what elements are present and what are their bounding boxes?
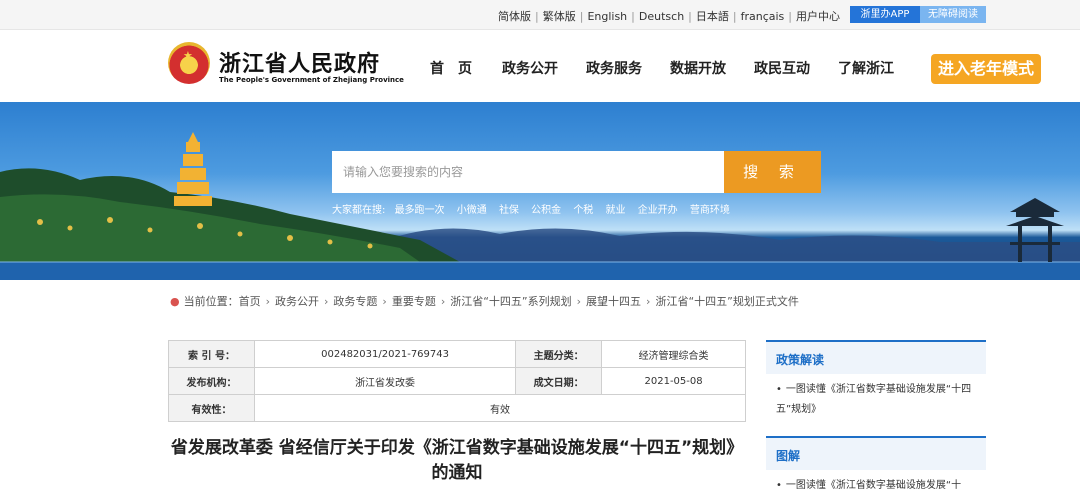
index-label: 索 引 号： (168, 340, 255, 368)
nav-home[interactable]: 首页 (430, 58, 486, 78)
elder-mode-button[interactable]: 进入老年模式 (931, 54, 1041, 84)
hot-search-item[interactable]: 最多跑一次 (395, 205, 445, 216)
date-label: 成文日期： (515, 367, 603, 395)
barrier-free-button[interactable]: 无障碍阅读 (920, 6, 986, 23)
graphic-text: 一图读懂《浙江省数字基础设施发展“十 (785, 480, 962, 491)
hot-search-item[interactable]: 企业开办 (638, 205, 678, 216)
org-value: 浙江省发改委 (253, 367, 517, 395)
breadcrumb-item[interactable]: 重要专题 (392, 295, 436, 308)
date-value: 2021-05-08 (601, 367, 746, 395)
breadcrumb-item[interactable]: 首页 (239, 295, 261, 308)
top-bar: 简体版 | 繁体版 | English | Deutsch | 日本語 | français | 用户中… (0, 0, 1080, 30)
validity-label: 有效性： (168, 394, 255, 422)
hot-search-item[interactable]: 就业 (606, 205, 626, 216)
site-title[interactable]: 浙江省人民政府 (219, 46, 380, 78)
search-input[interactable]: 请输入您要搜索的内容 (332, 151, 724, 193)
nav-open-data[interactable]: 数据开放 (670, 58, 726, 78)
search-button[interactable]: 搜 索 (724, 151, 821, 193)
bullet-icon: • (776, 480, 782, 491)
language-links: 简体版 | 繁体版 | English | Deutsch | 日本語 | français | 用户中… (498, 10, 841, 23)
location-pin-icon: ● (170, 295, 180, 308)
hot-search-item[interactable]: 小微通 (457, 205, 487, 216)
hot-searches: 大家都在搜: 最多跑一次 小微通 社保 公积金 个税 就业 企业开办 营商环境 (332, 201, 739, 216)
policy-interpretation-link[interactable]: • 一图读懂《浙江省数字基础设施发展“十四五”规划》 (776, 380, 976, 420)
hot-search-item[interactable]: 营商环境 (690, 205, 730, 216)
bullet-icon: • (776, 384, 782, 395)
org-label: 发布机构： (168, 367, 255, 395)
nav-government-services[interactable]: 政务服务 (586, 58, 642, 78)
user-center-link[interactable]: 用户中心 (796, 10, 840, 23)
breadcrumb-item[interactable]: 展望十四五 (586, 295, 641, 308)
lang-simplified[interactable]: 简体版 (498, 10, 531, 23)
lang-traditional[interactable]: 繁体版 (543, 10, 576, 23)
breadcrumb-label: 当前位置： (183, 295, 239, 308)
policy-interpretation-header: 政策解读 (766, 340, 986, 374)
breadcrumb-item[interactable]: 浙江省“十四五”规划正式文件 (655, 295, 798, 308)
national-emblem-logo[interactable]: ★ (168, 42, 210, 84)
main-nav: 首页 政务公开 政务服务 数据开放 政民互动 了解浙江 (430, 58, 922, 78)
topic-label: 主题分类： (515, 340, 603, 368)
lang-deutsch[interactable]: Deutsch (639, 10, 684, 23)
hot-search-item[interactable]: 公积金 (531, 205, 561, 216)
app-button[interactable]: 浙里办APP (850, 6, 920, 23)
breadcrumb-item[interactable]: 政务专题 (333, 295, 377, 308)
hot-search-label: 大家都在搜: (332, 205, 386, 216)
hot-search-item[interactable]: 社保 (499, 205, 519, 216)
site-subtitle: The People's Government of Zhejiang Prov… (219, 76, 404, 84)
article-title: 省发展改革委 省经信厅关于印发《浙江省数字基础设施发展“十四五”规划》的通知 (170, 438, 744, 483)
breadcrumb-item[interactable]: 政务公开 (275, 295, 319, 308)
validity-value: 有效 (254, 394, 746, 422)
graphic-title: 图解 (776, 449, 801, 463)
graphic-link[interactable]: • 一图读懂《浙江省数字基础设施发展“十 (776, 476, 976, 496)
nav-government-affairs[interactable]: 政务公开 (502, 58, 558, 78)
index-value: 002482031/2021-769743 (253, 340, 517, 368)
lang-japanese[interactable]: 日本語 (696, 10, 729, 23)
breadcrumb-item[interactable]: 浙江省“十四五”系列规划 (450, 295, 571, 308)
graphic-header: 图解 (766, 436, 986, 470)
document-info-table: 索 引 号： 002482031/2021-769743 主题分类： 经济管理综… (168, 340, 746, 422)
nav-interaction[interactable]: 政民互动 (754, 58, 810, 78)
breadcrumb: ● 当前位置：首页 › 政务公开 › 政务专题 › 重要专题 › 浙江省“十四五”系列规划 › 展望十… (170, 295, 799, 308)
nav-about-zhejiang[interactable]: 了解浙江 (838, 58, 894, 78)
policy-interpretation-title: 政策解读 (776, 353, 825, 367)
site-header: ★ 浙江省人民政府 The People's Government of Zhe… (0, 30, 1080, 102)
hot-search-item[interactable]: 个税 (573, 205, 593, 216)
policy-interpretation-text: 一图读懂《浙江省数字基础设施发展“十四五”规划》 (776, 384, 972, 415)
lang-french[interactable]: français (741, 10, 785, 23)
topic-value: 经济管理综合类 (601, 340, 746, 368)
lang-english[interactable]: English (587, 10, 627, 23)
banner: 请输入您要搜索的内容 搜 索 大家都在搜: 最多跑一次 小微通 社保 公积金 个… (0, 102, 1080, 280)
